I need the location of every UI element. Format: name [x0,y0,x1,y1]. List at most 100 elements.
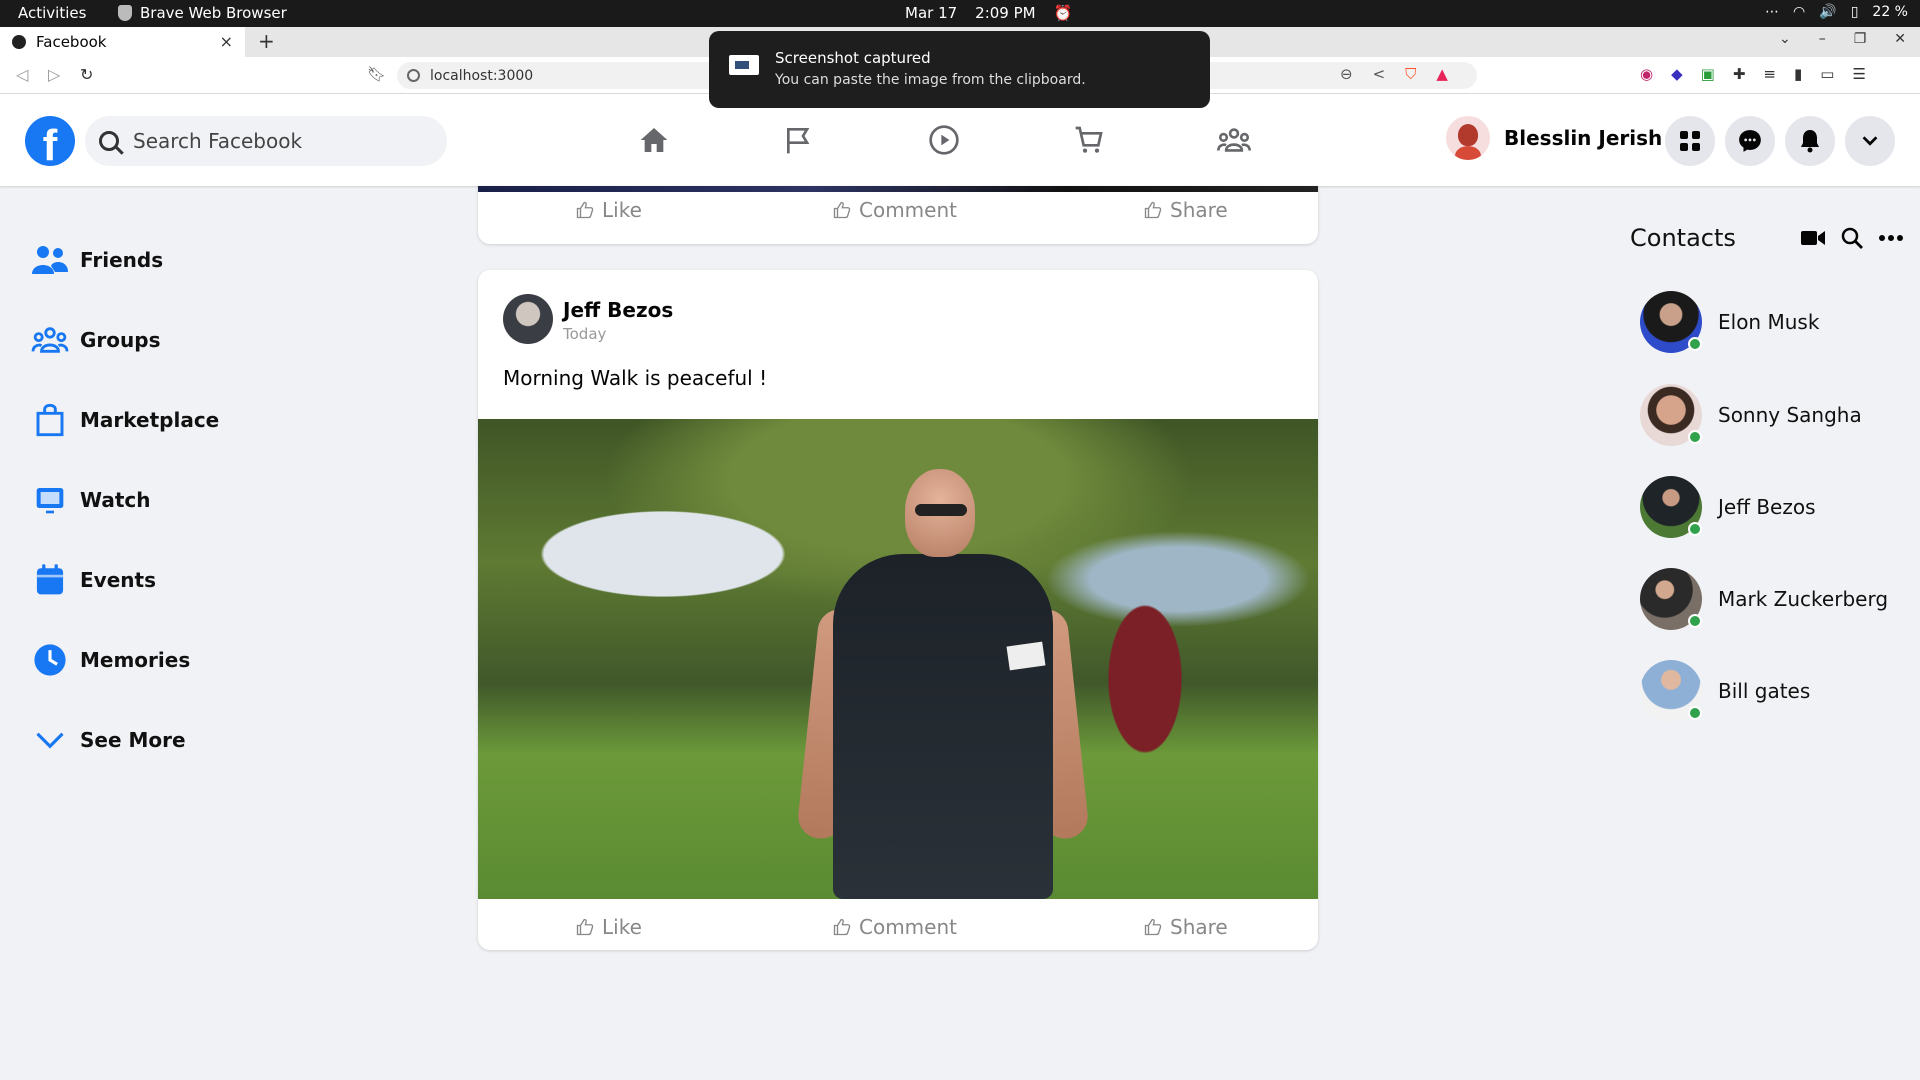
share-page-icon[interactable]: < [1373,65,1386,83]
avatar [1640,660,1702,722]
sidebar-item-friends[interactable]: Friends [28,235,328,285]
contact-name: Sonny Sangha [1718,403,1862,427]
sidebar-item-watch[interactable]: Watch [28,475,328,525]
restore-icon[interactable]: ❐ [1854,31,1867,47]
os-clock[interactable]: Mar 17 2:09 PM ⏰ [905,4,1072,22]
sidebar-item-groups[interactable]: Groups [28,315,328,365]
new-tab-button[interactable]: + [258,29,275,53]
thumbs-up-icon [833,201,851,219]
avatar [1640,568,1702,630]
sidebar-item-events[interactable]: Events [28,555,328,605]
nav-home[interactable] [630,116,678,164]
photo-sunglasses [915,504,967,516]
previous-post-card: Like Comment Share [478,186,1318,244]
playlist-icon[interactable]: ≡ [1763,65,1776,83]
activities-button[interactable]: Activities [18,4,86,22]
friends-icon [28,240,72,280]
menu-icon[interactable]: ☰ [1852,65,1865,83]
forward-icon[interactable]: ▷ [48,65,60,84]
search-input[interactable] [133,129,403,153]
account-button[interactable] [1845,116,1895,166]
search-icon [99,131,119,151]
close-window-icon[interactable]: ✕ [1894,31,1906,47]
video-call-icon[interactable] [1800,228,1826,248]
more-options-icon[interactable] [1878,234,1904,242]
like-label: Like [602,915,642,939]
nav-watch[interactable] [920,116,968,164]
post-author-avatar[interactable] [503,294,553,344]
wallet-icon[interactable]: ▭ [1820,65,1834,83]
comment-button[interactable]: Comment [833,915,957,939]
post-card: Jeff Bezos Today Morning Walk is peacefu… [478,270,1318,950]
contact-item[interactable]: Jeff Bezos [1640,475,1900,539]
active-app-menu[interactable]: Brave Web Browser [118,4,287,22]
comment-button[interactable]: Comment [833,198,957,222]
post-image[interactable] [478,419,1318,899]
screenshot-notification[interactable]: Screenshot captured You can paste the im… [709,31,1210,108]
sidebar-item-label: Friends [80,248,164,272]
messenger-button[interactable] [1725,116,1775,166]
tab-list-icon[interactable]: ⌄ [1779,31,1791,47]
contact-item[interactable]: Mark Zuckerberg [1640,567,1900,631]
main-nav [630,116,1258,164]
avatar [1640,384,1702,446]
search-box[interactable] [85,116,447,166]
share-label: Share [1170,915,1228,939]
share-button[interactable]: Share [1144,915,1228,939]
sidebar-item-label: Watch [80,488,151,512]
thumbs-up-icon [576,918,594,936]
like-button[interactable]: Like [576,198,642,222]
sidebar-toggle-icon[interactable]: ▮ [1794,65,1802,83]
contact-name: Mark Zuckerberg [1718,587,1889,611]
sidebar-item-memories[interactable]: Memories [28,635,328,685]
sidebar-item-marketplace[interactable]: Marketplace [28,395,328,445]
chevron-down-icon [28,720,72,760]
tab-title: Facebook [36,33,107,51]
search-icon[interactable] [1840,226,1864,250]
facebook-logo[interactable]: f [25,116,75,166]
contact-item[interactable]: Bill gates [1640,659,1900,723]
user-profile-link[interactable]: Blesslin Jerish [1446,116,1662,160]
nav-groups[interactable] [1210,116,1258,164]
cart-icon [1075,126,1103,153]
like-label: Like [602,198,642,222]
contact-name: Bill gates [1718,679,1811,703]
extension-badge-icon[interactable]: ◆ [1671,65,1683,83]
extensions-icon[interactable]: ✚ [1733,65,1746,83]
minimize-icon[interactable]: – [1819,31,1826,47]
tab-close-icon[interactable]: × [220,32,233,51]
brave-shields-icon[interactable]: ⛉ [1405,65,1416,83]
extension-green-icon[interactable]: ▣ [1701,65,1715,83]
reload-icon[interactable]: ↻ [80,65,93,84]
notifications-button[interactable] [1785,116,1835,166]
like-button[interactable]: Like [576,915,642,939]
brave-rewards-icon[interactable]: ▲ [1436,65,1448,83]
contacts-toolbar [1800,226,1904,250]
site-info-icon[interactable] [407,69,420,82]
avatar [1640,476,1702,538]
menu-button[interactable] [1665,116,1715,166]
messenger-icon [1739,130,1761,152]
online-status-dot [1688,430,1702,444]
online-status-dot [1688,337,1702,351]
nav-marketplace[interactable] [1065,116,1113,164]
contact-item[interactable]: Elon Musk [1640,290,1900,354]
extension-record-icon[interactable]: ◉ [1640,65,1653,83]
share-button[interactable]: Share [1144,198,1228,222]
zoom-icon[interactable]: ⊖ [1340,65,1353,83]
comment-label: Comment [859,915,957,939]
back-icon[interactable]: ◁ [16,65,28,84]
nav-pages[interactable] [775,116,823,164]
brave-lion-icon [118,5,132,21]
tab-facebook[interactable]: Facebook × [0,27,245,57]
alarm-icon: ⏰ [1053,4,1073,22]
sidebar-item-label: Marketplace [80,408,220,432]
contact-item[interactable]: Sonny Sangha [1640,383,1900,447]
watch-icon [28,480,72,520]
avatar [1640,291,1702,353]
sidebar-item-see-more[interactable]: See More [28,715,328,765]
bookmark-icon[interactable]: 🔖︎ [367,65,386,83]
post-author[interactable]: Jeff Bezos [563,298,673,322]
system-tray[interactable]: ⋯ ◠ 🔊 ▯ 22 % [1765,4,1908,20]
active-app-name: Brave Web Browser [140,4,287,22]
